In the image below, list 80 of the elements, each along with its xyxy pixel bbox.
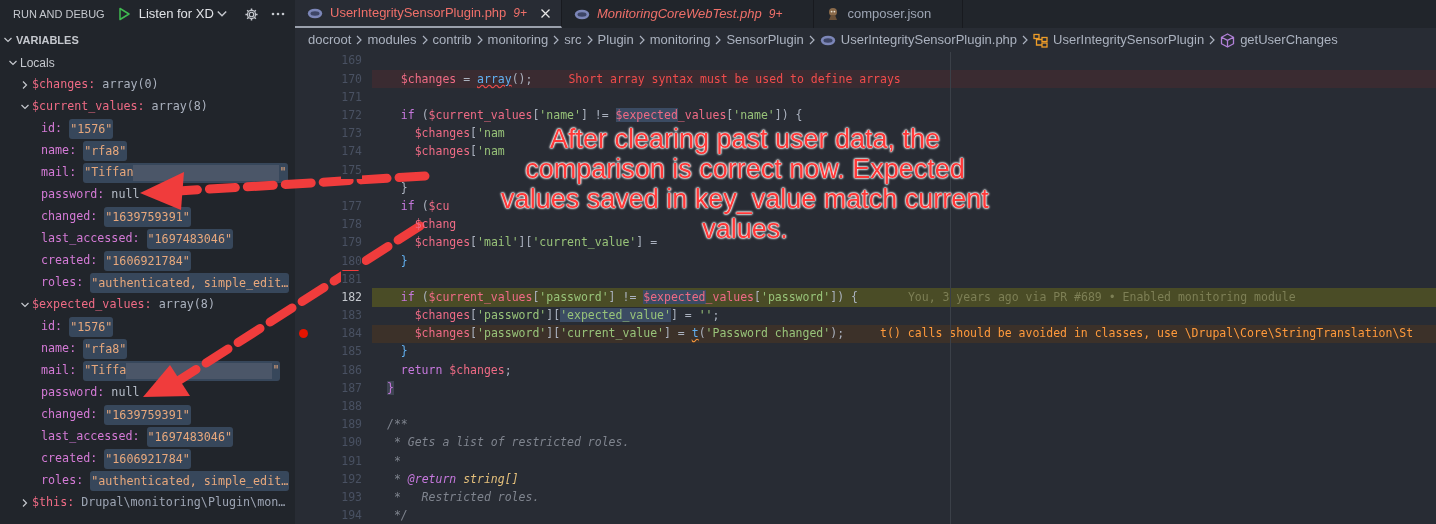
code-line: if ($cu: [399, 197, 450, 215]
breadcrumb-label: getUserChanges: [1240, 31, 1338, 50]
variable-row[interactable]: created: "1606921784": [0, 250, 295, 272]
variable-row[interactable]: changed: "1639759391": [0, 206, 295, 228]
annotation-text: comparison is correct now. Expected: [525, 154, 965, 184]
variable-row[interactable]: name: "rfa8": [0, 338, 295, 360]
code-line: $chang: [413, 216, 457, 234]
problem-count: 9+: [768, 6, 783, 23]
code-line: *: [392, 452, 401, 470]
problem-count: 9+: [513, 5, 527, 22]
code-line: /**: [387, 416, 408, 434]
variable-row[interactable]: password: null: [0, 382, 295, 404]
code-line: * @return string[]: [392, 470, 519, 488]
variable-row[interactable]: name: "rfa8": [0, 140, 295, 162]
value-text: ": [272, 362, 280, 380]
breadcrumb-label: UserIntegritySensorPlugin: [1053, 31, 1205, 50]
editor-tab[interactable]: UserIntegritySensorPlugin.php 9+: [295, 0, 562, 28]
variable-row[interactable]: Locals: [0, 52, 295, 74]
annotation-text: After clearing past user data, the: [549, 124, 941, 154]
breadcrumb-item[interactable]: modules: [367, 30, 417, 50]
more-icon[interactable]: [270, 12, 285, 16]
breakpoint-icon[interactable]: [299, 329, 308, 339]
breadcrumb-item[interactable]: docroot: [308, 30, 352, 50]
variable-row[interactable]: changed: "1639759391": [0, 404, 295, 426]
annotation-text: values.: [702, 214, 788, 244]
cube-icon: [1220, 32, 1236, 48]
tab-label: UserIntegritySensorPlugin.php: [330, 4, 507, 23]
code-line: * Restricted roles.: [392, 488, 540, 506]
breadcrumb-item[interactable]: Plugin: [597, 30, 634, 50]
value-text: "Tiffan: [84, 164, 134, 182]
code-line: */: [392, 507, 408, 524]
close-icon[interactable]: [540, 7, 551, 19]
annotation-text: values saved in key_value match current: [501, 184, 989, 214]
variable-name: mail:: [41, 164, 77, 182]
breadcrumb-item[interactable]: monitoring: [649, 30, 711, 50]
code-line: $changes['password']['current_value'] = t('Password changed');: [413, 325, 845, 343]
chevron-down-icon: [2, 35, 14, 45]
diagnostic-message: t() calls should be avoided in classes, use \Drupal\Core\StringTranslation\St: [880, 325, 1414, 343]
breadcrumb-label: UserIntegritySensorPlugin.php: [840, 31, 1018, 50]
class-icon: [1033, 32, 1049, 48]
code-line: if ($current_values['password'] != $expected_values['password']) {: [399, 288, 858, 306]
tab-label: composer.json: [847, 5, 932, 24]
code-line: $changes['password']['expected_value'] = '';: [413, 307, 720, 325]
variable-row[interactable]: id: "1576": [0, 118, 295, 140]
play-icon[interactable]: [116, 7, 131, 21]
breadcrumb-item[interactable]: src: [564, 30, 582, 50]
diagnostic-message: Short array syntax must be used to define arrays: [568, 70, 901, 88]
variable-row[interactable]: $current_values: array(8): [0, 96, 295, 118]
tab-label: MonitoringCoreWebTest.php: [597, 5, 762, 24]
breadcrumb-item[interactable]: SensorPlugin: [726, 30, 804, 50]
variable-row[interactable]: last_accessed: "1697483046": [0, 228, 295, 250]
breadcrumb-item[interactable]: contrib: [432, 30, 472, 50]
code-line: }: [399, 252, 408, 270]
code-line: $changes['mail']['current_value'] =: [413, 234, 658, 252]
code-line: $changes['nam: [413, 125, 505, 143]
variable-name: mail:: [41, 362, 77, 380]
variable-row[interactable]: last_accessed: "1697483046": [0, 426, 295, 448]
variable-row[interactable]: $expected_values: array(8): [0, 294, 295, 316]
variable-row[interactable]: password: null: [0, 184, 295, 206]
variable-row[interactable]: $this: Drupal\monitoring\Plugin\mon…: [0, 492, 295, 514]
oval-file-icon: [307, 7, 323, 19]
variable-row[interactable]: $changes: array(0): [0, 74, 295, 96]
code-line: if ($current_values['name'] != $expected_values['name']) {: [399, 107, 803, 125]
code-line: $changes['nam: [413, 143, 505, 161]
code-line: }: [399, 179, 408, 197]
code-line: $changes = array();: [399, 70, 533, 88]
section-header[interactable]: VARIABLES: [0, 28, 295, 52]
code-line: * Gets a list of restricted roles.: [392, 434, 630, 452]
value-text: "Tiffa: [84, 362, 127, 380]
value-text: ": [279, 164, 287, 182]
code-line: return $changes;: [399, 361, 512, 379]
variable-row[interactable]: created: "1606921784": [0, 448, 295, 470]
settings-icon[interactable]: [243, 6, 259, 22]
oval-file-icon: [574, 8, 590, 20]
variable-row[interactable]: id: "1576": [0, 316, 295, 338]
configuration-dropdown[interactable]: Listen for XD: [138, 4, 228, 24]
breadcrumb-item[interactable]: monitoring: [487, 30, 549, 50]
panel-title: RUN AND DEBUG: [13, 6, 105, 22]
code-line: }: [399, 343, 408, 361]
oval-file-icon: [819, 34, 836, 46]
